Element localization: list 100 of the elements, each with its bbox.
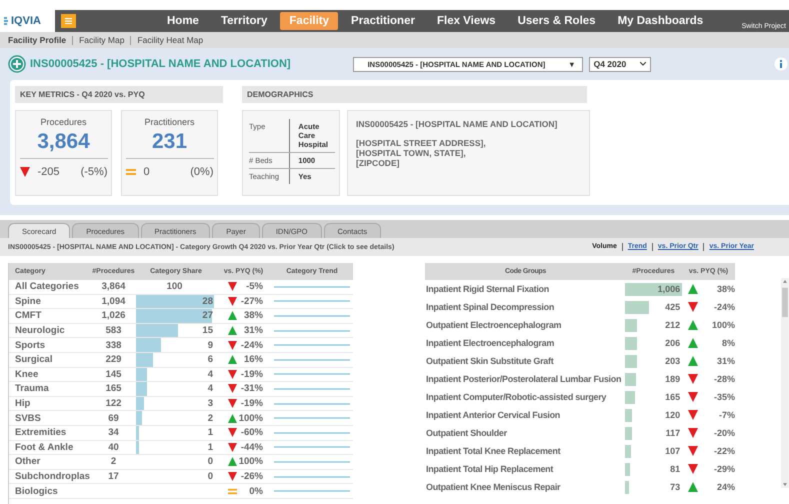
table-cell-text: Spine: [14, 296, 42, 307]
table-cell-text: -24%: [712, 302, 735, 312]
table-cell-text: 31%: [716, 356, 735, 366]
metric-label: Practitioners: [144, 117, 195, 127]
nav-item[interactable]: Practitioner: [342, 12, 424, 30]
metric-change: -205: [38, 166, 61, 178]
sub-nav-link[interactable]: Facility Profile: [8, 36, 72, 44]
procedure-bar: [625, 300, 650, 314]
table-cell-text: Neurologic: [14, 325, 66, 336]
table-cell: 31%: [244, 325, 263, 336]
table-cell-text: Inpatient Rigid Sternal Fixation: [425, 284, 550, 294]
sub-nav-link[interactable]: Facility Heat Map: [130, 36, 210, 44]
nav-item[interactable]: My Dashboards: [608, 12, 712, 30]
table-cell-text: 81: [670, 464, 682, 474]
table-cell-text: SVBS: [14, 412, 42, 424]
table-cell-text: All Categories: [14, 281, 80, 292]
table-cell-text: Outpatient Electroencephalogram: [425, 320, 562, 330]
table-cell-text: 0: [208, 456, 214, 468]
table-cell-text: 17: [107, 471, 120, 482]
table-cell-text: 8%: [720, 338, 735, 348]
table-cell-text: Knee: [14, 368, 40, 380]
table-cell-text: 0: [208, 471, 214, 482]
table-cell-text: 1: [208, 427, 214, 438]
section-header: KEY METRICS - Q4 2020 vs. PYQ: [15, 86, 223, 103]
table-cell: 100%: [238, 412, 263, 424]
procedure-bar: [625, 372, 636, 386]
table-cell-text: 145: [104, 368, 122, 380]
table-cell: -44%: [240, 442, 263, 453]
facility-title: INS00005425 - [HOSPITAL NAME AND LOCATION]: [30, 58, 291, 70]
table-cell: -31%: [240, 383, 263, 394]
table-cell-text: 165: [665, 392, 682, 402]
table-cell-text: Outpatient Skin Substitute Graft: [425, 356, 555, 366]
metric-percent: (-5%): [80, 166, 108, 178]
table-cell-text: 2: [110, 456, 118, 468]
table-cell: -5%: [246, 281, 263, 292]
table-cell-text: 38%: [716, 284, 735, 294]
table-cell: -60%: [240, 427, 263, 438]
table-cell-text: -35%: [712, 392, 735, 402]
table-cell-text: Subchondroplas: [14, 471, 91, 482]
share-bar: [136, 396, 144, 410]
table-cell-text: -29%: [712, 464, 735, 474]
table-cell-text: Inpatient Total Knee Replacement: [425, 446, 562, 456]
nav-item[interactable]: Users & Roles: [508, 12, 605, 30]
table-cell-text: Inpatient Computer/Robotic-assisted surgery: [425, 392, 608, 402]
table-cell-text: 9: [208, 340, 214, 351]
table-cell-text: 100: [166, 281, 184, 292]
table-cell-text: 4: [208, 383, 214, 394]
table-cell-text: 583: [104, 325, 122, 336]
nav-item[interactable]: Home: [158, 12, 208, 30]
sub-nav-link[interactable]: Facility Map: [72, 36, 130, 44]
table-cell: -19%: [240, 398, 263, 410]
procedure-bar: [625, 354, 637, 368]
address-line: [HOSPITAL STREET ADDRESS],: [356, 138, 487, 148]
procedure-bar: [625, 426, 632, 440]
table-cell-text: Other: [14, 456, 42, 468]
table-cell-text: 24%: [716, 482, 735, 492]
table-cell-text: 3,864: [100, 281, 126, 292]
table-cell-text: Foot & Ankle: [14, 442, 74, 453]
table-cell-text: 229: [104, 354, 122, 366]
table-cell-text: 73: [670, 482, 682, 492]
nav-item[interactable]: Flex Views: [428, 12, 505, 30]
table-cell-text: Inpatient Posterior/Posterolateral Lumbar Fusion: [425, 374, 622, 384]
menu-icon: [65, 18, 72, 24]
table-cell-text: Hip: [14, 398, 32, 410]
scrollbar[interactable]: [781, 278, 789, 488]
info-icon[interactable]: [774, 57, 788, 71]
section-header: DEMOGRAPHICS: [242, 86, 587, 103]
menu-button[interactable]: [61, 14, 76, 28]
address-line: [HOSPITAL TOWN, STATE],: [356, 148, 467, 158]
table-cell: 38%: [244, 310, 263, 322]
metric-value: 231: [126, 130, 214, 159]
nav-item[interactable]: Territory: [212, 12, 276, 30]
table-cell-text: -22%: [712, 446, 735, 456]
table-cell: -24%: [240, 340, 263, 351]
table-cell-text: 3: [208, 398, 214, 410]
table-cell: 0%: [249, 486, 263, 497]
address-line: [ZIPCODE]: [356, 158, 400, 168]
share-bar: [136, 382, 148, 396]
table-cell-text: CMFT: [14, 310, 42, 322]
table-cell-text: 206: [665, 338, 682, 348]
procedure-bar: [625, 408, 632, 422]
table-cell: -19%: [240, 368, 263, 380]
table-cell-text: 69: [107, 412, 120, 424]
table-cell-text: Biologics: [14, 486, 59, 497]
table-cell: 16%: [244, 354, 263, 366]
table-cell-text: -28%: [712, 374, 735, 384]
table-cell-text: 4: [208, 368, 214, 380]
table-cell-text: 1,006: [658, 284, 682, 294]
procedure-bar: [625, 390, 635, 404]
table-cell-text: 425: [665, 302, 682, 312]
table-cell-text: 100%: [710, 320, 735, 330]
quarter-dropdown[interactable]: Q4 2020: [588, 56, 651, 72]
metric-change: 0: [144, 166, 151, 178]
table-cell-text: Inpatient Spinal Decompression: [425, 302, 556, 312]
table-cell-text: Inpatient Electroencephalogram: [425, 338, 556, 348]
table-cell-text: Sports: [14, 340, 46, 351]
table-cell-text: -20%: [712, 428, 735, 438]
table-cell-text: 2: [208, 412, 214, 424]
logo-mark-icon: [4, 16, 9, 26]
table-cell-text: 122: [104, 398, 122, 410]
